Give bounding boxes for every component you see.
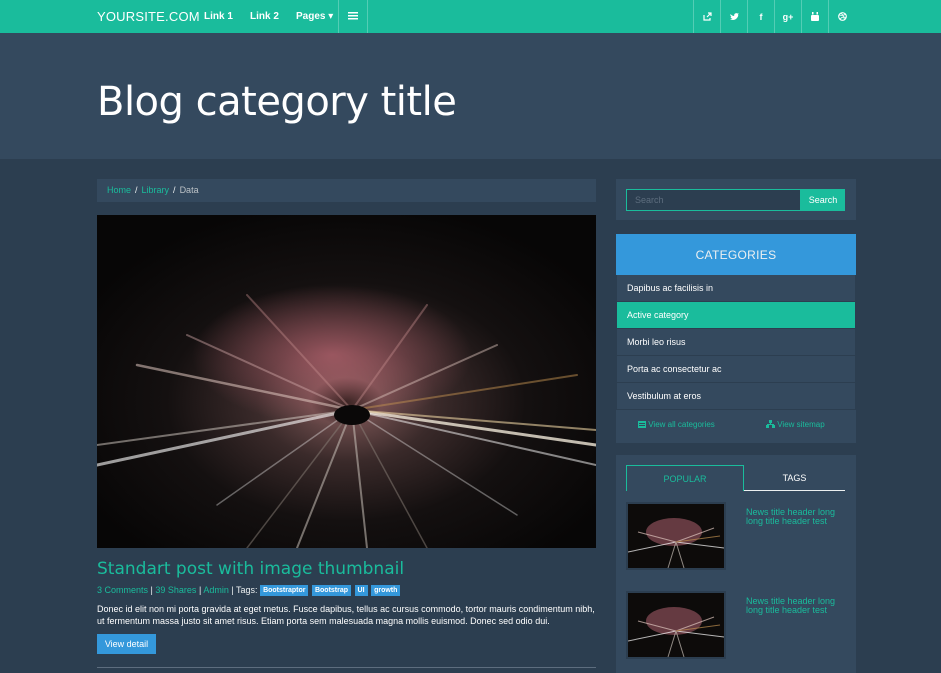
post-excerpt: Donec id elit non mi porta gravida at eg… — [97, 604, 595, 626]
tag-badge[interactable]: Bootstrap — [311, 585, 352, 596]
tunnel-photo — [97, 215, 596, 548]
tag-badge[interactable]: UI — [354, 585, 368, 596]
list-icon — [638, 421, 646, 428]
news-title-link[interactable]: News title header long long title header… — [746, 508, 846, 526]
search-button[interactable]: Search — [801, 189, 845, 211]
breadcrumb-separator: / — [173, 185, 176, 195]
googleplus-icon[interactable]: g+ — [774, 0, 801, 33]
menu-toggle-button[interactable] — [338, 0, 368, 33]
facebook-icon[interactable]: f — [747, 0, 774, 33]
view-sitemap-link[interactable]: View sitemap — [766, 420, 825, 429]
shares-link[interactable]: 39 Shares — [155, 585, 196, 595]
breadcrumb-home-link[interactable]: Home — [107, 185, 131, 195]
post-thumbnail-image[interactable] — [97, 215, 596, 548]
category-item[interactable]: Vestibulum at eros — [616, 383, 856, 410]
share-icon[interactable] — [693, 0, 720, 33]
site-brand[interactable]: YOURSITE.COM — [97, 9, 200, 24]
breadcrumb-current: Data — [179, 185, 199, 195]
nav-link-1[interactable]: Link 1 — [204, 11, 233, 22]
dribbble-icon[interactable] — [828, 0, 855, 33]
nav-pages-dropdown[interactable]: Pages ▾ — [296, 11, 333, 22]
view-all-categories-link[interactable]: View all categories — [638, 420, 715, 429]
tab-tags[interactable]: TAGS — [744, 465, 845, 491]
page-hero: Blog category title — [0, 33, 941, 159]
categories-header: CATEGORIES — [616, 234, 856, 275]
youtube-icon[interactable] — [801, 0, 828, 33]
category-item[interactable]: Morbi leo risus — [616, 329, 856, 356]
hamburger-icon — [348, 12, 358, 20]
breadcrumb: Home / Library / Data — [97, 179, 596, 202]
page-title: Blog category title — [97, 79, 457, 125]
tag-badge[interactable]: Bootstraptor — [260, 585, 309, 596]
post-meta: 3 Comments | 39 Shares | Admin | Tags: B… — [97, 585, 401, 596]
post-divider — [97, 667, 596, 668]
category-item[interactable]: Porta ac consectetur ac — [616, 356, 856, 383]
view-all-categories-label: View all categories — [648, 420, 715, 429]
news-thumbnail[interactable] — [626, 502, 726, 570]
news-title-link[interactable]: News title header long long title header… — [746, 597, 846, 615]
nav-link-2[interactable]: Link 2 — [250, 11, 279, 22]
category-item[interactable]: Dapibus ac facilisis in — [616, 275, 856, 302]
post-title[interactable]: Standart post with image thumbnail — [97, 559, 404, 579]
category-item-active[interactable]: Active category — [616, 302, 856, 329]
twitter-icon[interactable] — [720, 0, 747, 33]
breadcrumb-separator: / — [135, 185, 138, 195]
news-thumbnail[interactable] — [626, 591, 726, 659]
top-navbar: YOURSITE.COM Link 1 Link 2 Pages ▾ f g+ — [0, 0, 941, 33]
meta-separator: | — [231, 585, 234, 595]
meta-separator: | — [198, 585, 202, 595]
categories-widget: CATEGORIES Dapibus ac facilisis in Activ… — [616, 234, 856, 443]
breadcrumb-library-link[interactable]: Library — [142, 185, 170, 195]
author-link[interactable]: Admin — [203, 585, 229, 595]
search-widget: Search — [616, 179, 856, 220]
comments-link[interactable]: 3 Comments — [97, 585, 148, 595]
sitemap-icon — [766, 420, 775, 428]
meta-separator: | — [150, 585, 153, 595]
view-sitemap-label: View sitemap — [777, 420, 825, 429]
tags-label: Tags: — [236, 585, 258, 595]
popular-tags-widget: POPULAR TAGS News title header long long… — [616, 455, 856, 673]
tab-popular[interactable]: POPULAR — [626, 465, 744, 491]
categories-list: Dapibus ac facilisis in Active category … — [616, 275, 856, 410]
search-input[interactable] — [626, 189, 801, 211]
tag-badge[interactable]: growth — [371, 585, 401, 596]
view-detail-button[interactable]: View detail — [97, 634, 156, 654]
